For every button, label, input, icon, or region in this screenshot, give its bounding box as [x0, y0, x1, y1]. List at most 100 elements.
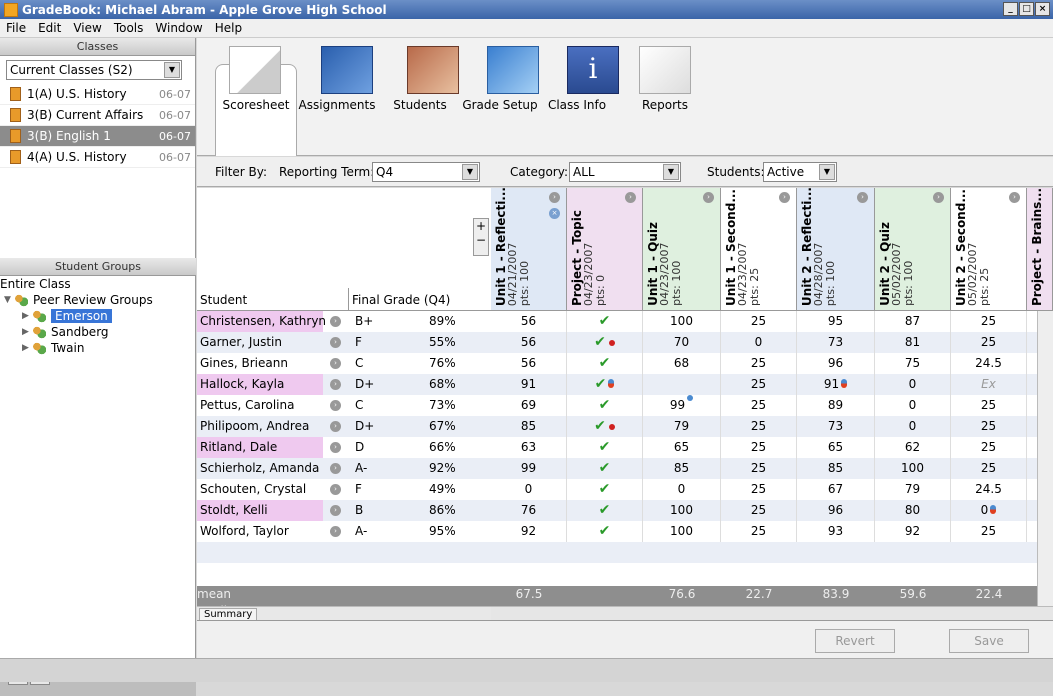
- student-name[interactable]: Stoldt, Kelli: [197, 500, 323, 521]
- score-cell[interactable]: 25: [721, 479, 797, 500]
- assignment-column-header[interactable]: › Unit 2 - Reflecti... 04/28/2007 pts: 100: [797, 188, 875, 311]
- score-cell[interactable]: 25: [951, 416, 1027, 437]
- tab-assignments[interactable]: Assignments: [297, 98, 377, 112]
- student-name[interactable]: Schierholz, Amanda: [197, 458, 323, 479]
- reports-icon[interactable]: [639, 46, 691, 94]
- score-cell[interactable]: 76: [491, 500, 567, 521]
- score-cell[interactable]: ✔: [567, 458, 643, 479]
- score-cell[interactable]: ✔: [567, 311, 643, 332]
- tab-students[interactable]: Students: [380, 98, 460, 112]
- go-arrow-icon[interactable]: ›: [933, 192, 944, 203]
- score-cell[interactable]: ✔: [567, 521, 643, 542]
- score-cell[interactable]: 73: [797, 416, 875, 437]
- students-icon[interactable]: [407, 46, 459, 94]
- score-cell[interactable]: 24.5: [951, 353, 1027, 374]
- score-cell[interactable]: 25: [951, 311, 1027, 332]
- score-cell[interactable]: 65: [797, 437, 875, 458]
- score-cell[interactable]: 25: [721, 521, 797, 542]
- horizontal-scrollbar[interactable]: [491, 606, 1053, 620]
- assignment-column-header[interactable]: › Unit 1 - Second... 04/23/2007 pts: 25: [721, 188, 797, 311]
- group-root[interactable]: ▼ Peer Review Groups: [0, 292, 196, 308]
- go-arrow-icon[interactable]: ›: [549, 192, 560, 203]
- menu-tools[interactable]: Tools: [108, 21, 150, 35]
- tab-class-info[interactable]: Class Info: [537, 98, 617, 112]
- score-cell[interactable]: 73: [797, 332, 875, 353]
- go-arrow-icon[interactable]: ›: [330, 442, 341, 453]
- score-cell[interactable]: 56: [491, 353, 567, 374]
- score-cell[interactable]: 25: [951, 437, 1027, 458]
- score-cell[interactable]: 25: [951, 521, 1027, 542]
- student-name[interactable]: Schouten, Crystal: [197, 479, 323, 500]
- go-arrow-icon[interactable]: ›: [330, 358, 341, 369]
- score-cell[interactable]: 100: [875, 458, 951, 479]
- score-cell[interactable]: 89: [797, 395, 875, 416]
- score-cell[interactable]: [643, 374, 721, 395]
- score-cell[interactable]: 96: [797, 500, 875, 521]
- score-cell[interactable]: 25: [721, 395, 797, 416]
- go-arrow-icon[interactable]: ›: [330, 337, 341, 348]
- score-cell[interactable]: 0: [875, 395, 951, 416]
- expand-arrow-icon[interactable]: ▶: [22, 343, 32, 353]
- go-arrow-icon[interactable]: ›: [1009, 192, 1020, 203]
- grade-setup-icon[interactable]: [487, 46, 539, 94]
- class-item[interactable]: 1(A) U.S. History 06-07: [0, 84, 195, 105]
- score-cell[interactable]: 80: [875, 500, 951, 521]
- score-cell[interactable]: 70: [643, 332, 721, 353]
- save-button[interactable]: Save: [949, 629, 1029, 653]
- score-cell[interactable]: ✔: [567, 353, 643, 374]
- student-name[interactable]: Hallock, Kayla: [197, 374, 323, 395]
- tab-grade-setup[interactable]: Grade Setup: [460, 98, 540, 112]
- revert-button[interactable]: Revert: [815, 629, 895, 653]
- score-cell[interactable]: 99: [643, 395, 721, 416]
- score-cell[interactable]: ✔: [567, 437, 643, 458]
- score-cell[interactable]: 85: [797, 458, 875, 479]
- go-arrow-icon[interactable]: ›: [330, 484, 341, 495]
- menu-file[interactable]: File: [0, 21, 32, 35]
- score-cell[interactable]: 25: [721, 458, 797, 479]
- class-item[interactable]: 3(B) Current Affairs 06-07: [0, 105, 195, 126]
- score-cell[interactable]: 85: [643, 458, 721, 479]
- menu-help[interactable]: Help: [209, 21, 248, 35]
- score-cell[interactable]: ✔: [567, 332, 643, 353]
- class-info-icon[interactable]: i: [567, 46, 619, 94]
- expand-arrow-icon[interactable]: ▶: [22, 327, 32, 337]
- summary-tab[interactable]: Summary: [199, 608, 258, 620]
- score-cell[interactable]: ✔: [567, 500, 643, 521]
- assignment-column-header[interactable]: › Project - Topic 04/23/2007 pts: 0: [567, 188, 643, 311]
- go-arrow-icon[interactable]: ›: [330, 316, 341, 327]
- assignment-column-header[interactable]: › Unit 2 - Quiz 05/02/2007 pts: 100: [875, 188, 951, 311]
- score-cell[interactable]: 25: [721, 311, 797, 332]
- student-column-header[interactable]: Student: [197, 288, 349, 311]
- close-circle-icon[interactable]: ×: [549, 208, 560, 219]
- group-item[interactable]: ▶ Emerson: [0, 308, 196, 324]
- score-cell[interactable]: 79: [643, 416, 721, 437]
- score-cell[interactable]: 0: [875, 374, 951, 395]
- score-cell[interactable]: 92: [491, 521, 567, 542]
- class-item[interactable]: 4(A) U.S. History 06-07: [0, 147, 195, 168]
- students-select[interactable]: Active ▼: [763, 162, 837, 182]
- score-cell[interactable]: 25: [951, 332, 1027, 353]
- student-name[interactable]: Pettus, Carolina: [197, 395, 323, 416]
- go-arrow-icon[interactable]: ›: [330, 400, 341, 411]
- assignment-column-header[interactable]: › Unit 1 - Quiz 04/23/2007 pts: 100: [643, 188, 721, 311]
- assignment-column-header[interactable]: › Unit 2 - Second... 05/02/2007 pts: 25: [951, 188, 1027, 311]
- score-cell[interactable]: 95: [797, 311, 875, 332]
- score-cell[interactable]: 24.5: [951, 479, 1027, 500]
- tab-scoresheet[interactable]: Scoresheet: [216, 98, 296, 112]
- score-cell[interactable]: 81: [875, 332, 951, 353]
- chevron-down-icon[interactable]: ▼: [819, 164, 835, 180]
- score-cell[interactable]: 0: [643, 479, 721, 500]
- assignment-column-header[interactable]: Project - Brains...: [1027, 188, 1053, 311]
- score-cell[interactable]: 56: [491, 332, 567, 353]
- score-cell[interactable]: 92: [875, 521, 951, 542]
- score-cell[interactable]: ✔: [567, 395, 643, 416]
- chevron-down-icon[interactable]: ▼: [462, 164, 478, 180]
- student-name[interactable]: Ritland, Dale: [197, 437, 323, 458]
- score-cell[interactable]: 25: [951, 458, 1027, 479]
- vertical-scrollbar[interactable]: [1037, 311, 1053, 606]
- score-cell[interactable]: 0: [721, 332, 797, 353]
- tab-reports[interactable]: Reports: [625, 98, 705, 112]
- score-cell[interactable]: 68: [643, 353, 721, 374]
- score-cell[interactable]: 0: [951, 500, 1027, 521]
- score-cell[interactable]: ✔: [567, 374, 643, 395]
